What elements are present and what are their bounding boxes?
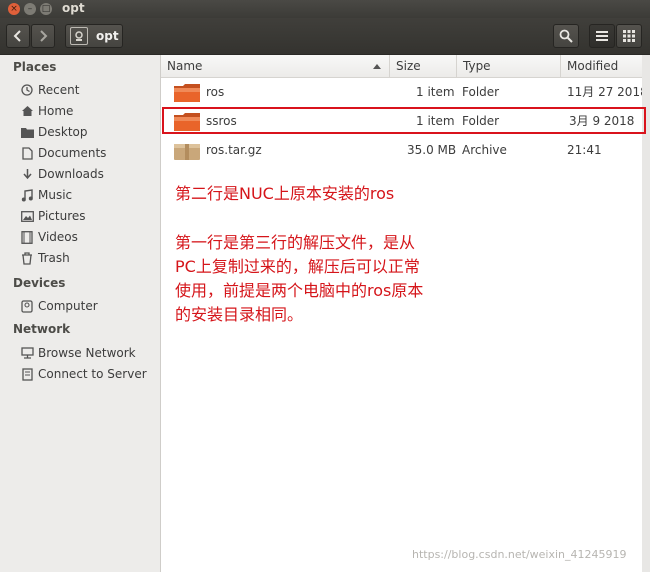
file-row-ssros[interactable]: ssros 1 item Folder 3月 9 2018 <box>161 107 650 135</box>
sidebar-item-label: Music <box>38 188 73 202</box>
sidebar-item-label: Trash <box>38 251 70 265</box>
network-icon <box>20 346 34 360</box>
sidebar-item-label: Videos <box>38 230 78 244</box>
home-icon <box>20 104 34 118</box>
server-icon <box>20 367 34 381</box>
file-manager-window: × – □ opt opt Places Recent Home Desktop… <box>0 0 650 572</box>
list-view-icon <box>596 31 608 41</box>
path-label: opt <box>96 29 119 43</box>
sidebar-section-devices: Devices <box>13 276 66 290</box>
annotation-line-5: 的安装目录相同。 <box>175 305 304 324</box>
annotation-line-1: 第二行是NUC上原本安装的ros <box>175 184 395 203</box>
maximize-window-button[interactable]: □ <box>40 3 52 15</box>
clock-icon <box>20 83 34 97</box>
document-icon <box>20 146 34 160</box>
sidebar-section-network: Network <box>13 322 71 336</box>
drive-icon <box>70 27 88 45</box>
file-size: 1 item <box>416 85 455 99</box>
sidebar-item-music[interactable]: Music <box>20 185 72 205</box>
trash-icon <box>20 251 34 265</box>
file-name: ros <box>206 85 225 99</box>
sidebar-item-label: Downloads <box>38 167 104 181</box>
file-type: Folder <box>462 85 500 99</box>
sidebar-item-pictures[interactable]: Pictures <box>20 206 86 226</box>
annotation-line-4: 使用，前提是两个电脑中的ros原本 <box>175 281 424 300</box>
folder-icon <box>174 84 200 102</box>
column-modified[interactable]: Modified <box>560 55 650 77</box>
grid-view-icon <box>623 30 635 42</box>
music-icon <box>20 188 34 202</box>
sidebar-section-places: Places <box>13 60 57 74</box>
file-modified: 11月 27 2018 <box>567 85 648 99</box>
search-button[interactable] <box>553 24 579 48</box>
sidebar-item-computer[interactable]: Computer <box>20 296 98 316</box>
column-name[interactable]: Name <box>161 55 389 77</box>
sidebar-item-label: Desktop <box>38 125 88 139</box>
search-icon <box>559 29 573 43</box>
sidebar-item-label: Browse Network <box>38 346 136 360</box>
file-size: 35.0 MB <box>407 143 457 157</box>
sidebar-item-label: Home <box>38 104 74 118</box>
minimize-window-button[interactable]: – <box>24 3 36 15</box>
file-modified: 21:41 <box>567 143 602 157</box>
sidebar-item-label: Computer <box>38 299 98 313</box>
file-type: Folder <box>462 114 500 128</box>
file-size: 1 item <box>416 114 455 128</box>
close-window-button[interactable]: × <box>8 3 20 15</box>
sort-ascending-icon <box>373 64 381 69</box>
archive-icon <box>174 144 200 160</box>
sidebar-item-recent[interactable]: Recent <box>20 80 79 100</box>
file-modified: 3月 9 2018 <box>569 114 635 128</box>
title-bar: × – □ opt <box>0 0 650 18</box>
column-type[interactable]: Type <box>456 55 560 77</box>
sidebar-item-connect-to-server[interactable]: Connect to Server <box>20 364 147 384</box>
file-type: Archive <box>462 143 507 157</box>
sidebar-item-downloads[interactable]: Downloads <box>20 164 104 184</box>
film-icon <box>20 230 34 244</box>
folder-icon <box>20 125 34 139</box>
sidebar-item-home[interactable]: Home <box>20 101 73 121</box>
folder-icon <box>174 113 200 131</box>
drive-icon <box>20 299 34 313</box>
sidebar-item-browse-network[interactable]: Browse Network <box>20 343 136 363</box>
watermark: https://blog.csdn.net/weixin_41245919 <box>412 548 627 561</box>
file-name: ssros <box>206 114 237 128</box>
sidebar: Places Recent Home Desktop Documents Dow… <box>0 55 161 572</box>
column-header: Name Size Type Modified <box>161 55 650 78</box>
sidebar-item-documents[interactable]: Documents <box>20 143 106 163</box>
path-bar-opt[interactable]: opt <box>65 24 123 48</box>
file-row-ros-tar-gz[interactable]: ros.tar.gz 35.0 MB Archive 21:41 <box>161 136 650 164</box>
list-view-button[interactable] <box>589 24 615 48</box>
file-row-ros[interactable]: ros 1 item Folder 11月 27 2018 <box>161 78 650 106</box>
file-name: ros.tar.gz <box>206 143 262 157</box>
sidebar-item-label: Recent <box>38 83 80 97</box>
annotation-line-3: PC上复制过来的，解压后可以正常 <box>175 257 420 276</box>
picture-icon <box>20 209 34 223</box>
sidebar-item-label: Pictures <box>38 209 86 223</box>
grid-view-button[interactable] <box>616 24 642 48</box>
download-icon <box>20 167 34 181</box>
forward-button[interactable] <box>31 24 55 48</box>
sidebar-item-trash[interactable]: Trash <box>20 248 70 268</box>
back-button[interactable] <box>6 24 30 48</box>
sidebar-item-label: Documents <box>38 146 107 160</box>
sidebar-item-videos[interactable]: Videos <box>20 227 78 247</box>
chevron-left-icon <box>13 30 21 42</box>
scrollbar-track[interactable] <box>642 55 650 572</box>
chevron-right-icon <box>40 30 48 42</box>
window-title: opt <box>62 1 85 15</box>
column-size[interactable]: Size <box>389 55 456 77</box>
toolbar: opt <box>0 18 650 55</box>
sidebar-item-desktop[interactable]: Desktop <box>20 122 88 142</box>
sidebar-item-label: Connect to Server <box>38 367 147 381</box>
annotation-line-2: 第一行是第三行的解压文件，是从 <box>175 233 416 252</box>
